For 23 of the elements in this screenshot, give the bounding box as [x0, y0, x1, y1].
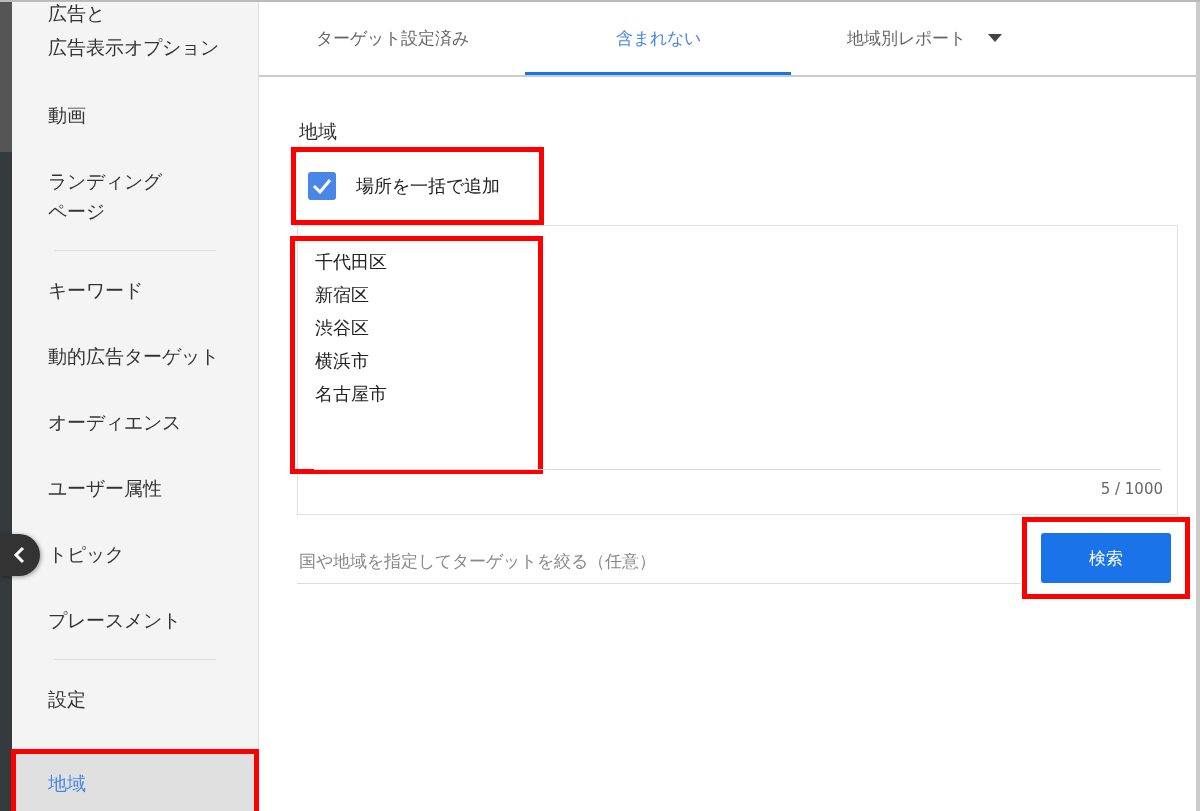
sidebar-item[interactable]: 広告と 広告表示オプション	[44, 2, 258, 82]
sidebar-item[interactable]: 動画	[44, 82, 258, 148]
location-line: 千代田区	[315, 250, 388, 274]
sidebar-item[interactable]: ユーザー属性	[44, 455, 258, 521]
sidebar-item[interactable]: トピック	[44, 521, 258, 587]
checkbox-label: 場所を一括で追加	[356, 174, 500, 198]
sidebar-item[interactable]: プレースメント	[44, 587, 258, 653]
collapse-button[interactable]	[0, 534, 40, 576]
check-icon	[312, 178, 332, 194]
checkbox[interactable]	[308, 172, 336, 200]
search-button[interactable]: 検索	[1041, 533, 1171, 583]
character-counter: 5 / 1000	[1100, 480, 1163, 498]
sidebar-item[interactable]: 設定	[44, 666, 258, 732]
location-line: 横浜市	[315, 349, 370, 373]
sidebar-item[interactable]: オーディエンス	[44, 389, 258, 455]
sidebar-item[interactable]: ランディング ページ	[44, 148, 258, 244]
location-line: 名古屋市	[315, 382, 388, 406]
section-label: 地域	[299, 119, 338, 144]
location-line: 新宿区	[315, 283, 370, 307]
sidebar-item[interactable]: キーワード	[44, 257, 258, 323]
location-line: 渋谷区	[315, 316, 370, 340]
sidebar-item[interactable]: 動的広告ターゲット	[44, 323, 258, 389]
chevron-left-icon	[13, 546, 27, 564]
